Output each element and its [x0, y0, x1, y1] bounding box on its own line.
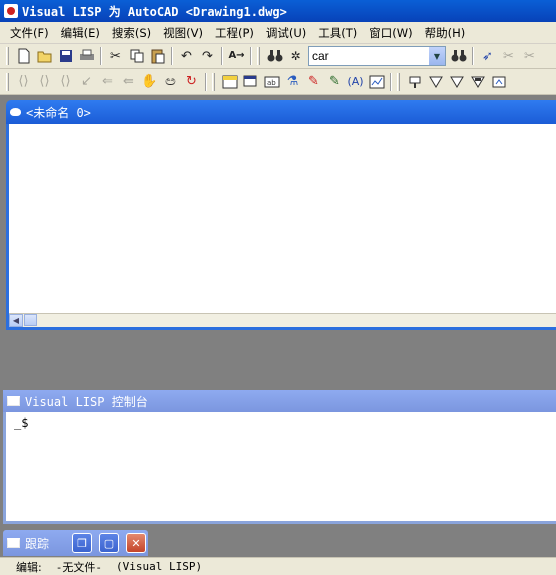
menu-project[interactable]: 工程(P) [209, 25, 260, 41]
step-out-icon[interactable]: ⟨⟩ [55, 71, 76, 92]
load-selection-icon[interactable]: ⚗ [282, 71, 303, 92]
search-apropos-icon[interactable]: ✲ [285, 46, 306, 67]
app-title: Visual LISP 为 AutoCAD <Drawing1.dwg> [22, 4, 287, 19]
menu-view[interactable]: 视图(V) [157, 25, 209, 41]
toolbar-separator [390, 72, 392, 91]
console-icon [7, 396, 20, 406]
status-bar: 编辑: -无文件- (Visual LISP) [0, 557, 556, 575]
maximize-icon[interactable]: ▢ [99, 533, 119, 553]
close-icon[interactable]: ✕ [126, 533, 146, 553]
cut-icon[interactable]: ✂ [105, 46, 126, 67]
print-icon[interactable] [76, 46, 97, 67]
clear-bookmarks-icon[interactable]: ✂ [519, 46, 540, 67]
search-combo-value[interactable]: car [309, 47, 429, 65]
step-into-icon[interactable]: ⟨⟩ [13, 71, 34, 92]
step-over-icon[interactable]: ⟨⟩ [34, 71, 55, 92]
toolbar-separator [472, 47, 474, 65]
activate-autocad-icon[interactable] [219, 71, 240, 92]
console-text-area[interactable]: _$ [6, 412, 556, 521]
load-active-window-icon[interactable]: ab [261, 71, 282, 92]
toolbar-separator [221, 47, 223, 65]
debug-toolbar: ⟨⟩ ⟨⟩ ⟨⟩ ↙ ⇐ ⇚ ✋ ඏ ↻ ab ⚗ ✎ ✎ (A) [0, 69, 556, 95]
last-break-icon[interactable]: ↻ [181, 71, 202, 92]
redo-icon[interactable]: ↷ [197, 46, 218, 67]
editor-titlebar[interactable]: <未命名 0> [6, 100, 556, 124]
toolbar-grip[interactable] [6, 47, 9, 65]
console-title: Visual LISP 控制台 [25, 394, 148, 409]
toolbar-grip[interactable] [212, 72, 215, 91]
complete-word-icon[interactable]: A→ [226, 46, 247, 67]
menu-help[interactable]: 帮助(H) [419, 25, 472, 41]
toolbar-grip[interactable] [257, 47, 260, 65]
menu-edit[interactable]: 编辑(E) [55, 25, 106, 41]
menu-window[interactable]: 窗口(W) [363, 25, 418, 41]
restore-icon[interactable]: ❐ [72, 533, 92, 553]
check-text-icon[interactable]: ✎ [303, 71, 324, 92]
find-icon[interactable] [264, 46, 285, 67]
search-binoculars-icon[interactable] [448, 46, 469, 67]
format-selection-icon[interactable] [366, 71, 387, 92]
toggle-breakpoint-icon[interactable]: ✋ [139, 71, 160, 92]
console-window: Visual LISP 控制台 _$ [3, 390, 556, 524]
menu-tools[interactable]: 工具(T) [312, 25, 363, 41]
inspect-icon[interactable] [404, 71, 425, 92]
console-titlebar[interactable]: Visual LISP 控制台 [3, 390, 556, 412]
reset-icon[interactable]: ⇚ [118, 71, 139, 92]
save-icon[interactable] [55, 46, 76, 67]
paste-icon[interactable] [147, 46, 168, 67]
select-window-icon[interactable] [240, 71, 261, 92]
toolbar-separator [205, 72, 207, 91]
scroll-left-icon[interactable]: ◀ [9, 314, 23, 327]
editor-text-area[interactable] [9, 124, 556, 313]
status-file: -无文件- [55, 560, 102, 574]
undo-icon[interactable]: ↶ [176, 46, 197, 67]
scroll-thumb[interactable] [24, 314, 37, 326]
app-titlebar: Visual LISP 为 AutoCAD <Drawing1.dwg> [0, 0, 556, 22]
status-context: (Visual LISP) [115, 560, 203, 573]
chevron-down-icon[interactable]: ▼ [429, 47, 445, 65]
toolbar-separator [250, 47, 252, 65]
toolbar-separator [171, 47, 173, 65]
standard-toolbar: ✂ ↶ ↷ A→ ✲ car ▼ ➶ ✂ ✂ [0, 44, 556, 69]
trace-stack-icon[interactable] [425, 71, 446, 92]
toggle-bookmark-icon[interactable]: ➶ [477, 46, 498, 67]
status-mode: 编辑: [16, 560, 42, 574]
menu-search[interactable]: 搜索(S) [106, 25, 157, 41]
document-icon [10, 108, 21, 116]
trace-icon [7, 538, 20, 548]
symbol-service-icon[interactable] [446, 71, 467, 92]
editor-title: <未命名 0> [26, 105, 91, 120]
trace-window-minimized[interactable]: 跟踪 ❐ ▢ ✕ [3, 530, 148, 556]
svg-text:ab: ab [267, 79, 276, 87]
editor-window: <未命名 0> ◀ [6, 100, 556, 330]
next-bookmark-icon[interactable]: ✂ [498, 46, 519, 67]
open-folder-icon[interactable] [34, 46, 55, 67]
menu-bar: 文件(F) 编辑(E) 搜索(S) 视图(V) 工程(P) 调试(U) 工具(T… [0, 22, 556, 44]
editor-horizontal-scrollbar[interactable]: ◀ [9, 313, 556, 327]
toolbar-grip[interactable] [6, 72, 9, 91]
console-prompt: _$ [14, 416, 29, 430]
new-file-icon[interactable] [13, 46, 34, 67]
search-combo[interactable]: car ▼ [308, 46, 446, 66]
copy-icon[interactable] [126, 46, 147, 67]
menu-debug[interactable]: 调试(U) [260, 25, 312, 41]
apropos-icon[interactable] [467, 71, 488, 92]
add-watch-icon[interactable]: ඏ [160, 71, 181, 92]
watch-window-icon[interactable] [488, 71, 509, 92]
check-selection-icon[interactable]: ✎ [324, 71, 345, 92]
continue-icon[interactable]: ↙ [76, 71, 97, 92]
toolbar-grip[interactable] [397, 72, 400, 91]
quit-icon[interactable]: ⇐ [97, 71, 118, 92]
app-icon [4, 4, 18, 18]
toolbar-separator [100, 47, 102, 65]
trace-title: 跟踪 [25, 536, 50, 551]
menu-file[interactable]: 文件(F) [4, 25, 55, 41]
format-text-icon[interactable]: (A) [345, 71, 366, 92]
